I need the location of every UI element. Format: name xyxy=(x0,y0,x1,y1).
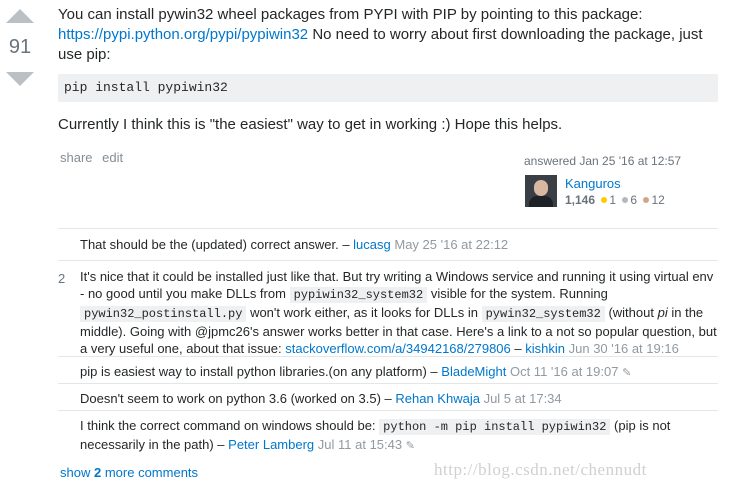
avatar-body-shape xyxy=(529,196,553,207)
inline-code: pywin32_system32 xyxy=(481,306,605,322)
user-reputation: 1,146 1 6 12 xyxy=(565,193,665,207)
inline-code: python -m pip install pypiwin32 xyxy=(379,419,611,435)
comment-user-link[interactable]: kishkin xyxy=(525,341,565,356)
gold-badge-count: 1 xyxy=(609,193,617,207)
comment-user-link[interactable]: BladeMight xyxy=(441,364,506,379)
inline-code: pypiwin32_system32 xyxy=(289,287,428,303)
comment-user-link[interactable]: Rehan Khwaja xyxy=(395,391,480,406)
reputation-score: 1,146 xyxy=(565,193,596,207)
watermark: http://blog.csdn.net/chennudt xyxy=(434,460,647,479)
comment-date: Jun 30 '16 at 19:16 xyxy=(568,341,679,356)
comment-score: 2 xyxy=(58,271,66,286)
comment: That should be the (updated) correct ans… xyxy=(58,228,718,261)
post-menu: share edit xyxy=(60,150,129,165)
more-comments-count: 2 xyxy=(93,465,102,480)
answered-timestamp: answered Jan 25 '16 at 12:57 xyxy=(524,154,682,168)
comment-text-italic: pi xyxy=(657,305,668,320)
answer-body: You can install pywin32 wheel packages f… xyxy=(58,5,718,65)
user-name-link[interactable]: Kanguros xyxy=(565,176,621,191)
comment-text: (without xyxy=(608,305,654,320)
edit-link[interactable]: edit xyxy=(102,150,123,165)
comment-text: pip is easiest way to install python lib… xyxy=(80,364,438,379)
comment-user-link[interactable]: Peter Lamberg xyxy=(228,437,314,452)
bronze-badge-count: 12 xyxy=(651,193,665,207)
comment-text: That should be the (updated) correct ans… xyxy=(80,237,350,252)
avatar-head-shape xyxy=(534,180,548,196)
comment: I think the correct command on windows s… xyxy=(58,410,718,455)
comment-user-link[interactable]: lucasg xyxy=(353,237,391,252)
comment-dash: – xyxy=(514,341,522,356)
comment-text: Doesn't seem to work on python 3.6 (work… xyxy=(80,391,392,406)
vote-count: 91 xyxy=(8,36,32,58)
comment-text: I think the correct command on windows s… xyxy=(80,418,376,433)
silver-badge-icon xyxy=(622,197,629,204)
comment-date: Oct 11 '16 at 19:07 xyxy=(509,364,619,379)
comment: pip is easiest way to install python lib… xyxy=(58,356,718,384)
avatar[interactable] xyxy=(525,175,557,207)
downvote-arrow-icon[interactable] xyxy=(6,72,34,86)
comment-text: visible for the system. Running xyxy=(430,286,608,301)
pypi-link[interactable]: https://pypi.python.org/pypi/pypiwin32 xyxy=(58,26,308,43)
comment-date: Jul 11 at 15:43 xyxy=(317,437,403,452)
code-block: pip install pypiwin32 xyxy=(58,74,718,102)
comment-date: May 25 '16 at 22:12 xyxy=(394,237,509,252)
comment: Doesn't seem to work on python 3.6 (work… xyxy=(58,383,718,411)
answer-text-1: You can install pywin32 wheel packages f… xyxy=(58,6,643,23)
bronze-badge-icon xyxy=(643,197,650,204)
share-link[interactable]: share xyxy=(60,150,93,165)
silver-badge-count: 6 xyxy=(630,193,638,207)
answer-paragraph-2: Currently I think this is "the easiest" … xyxy=(58,116,563,133)
gold-badge-icon xyxy=(601,197,608,204)
show-more-comments-link[interactable]: show 2 more comments xyxy=(60,465,198,480)
edit-pencil-icon: ✎ xyxy=(405,440,415,452)
upvote-arrow-icon[interactable] xyxy=(6,9,34,23)
comment-so-link[interactable]: stackoverflow.com/a/34942168/279806 xyxy=(285,341,511,356)
more-comments-prefix: show xyxy=(60,465,91,480)
inline-code: pywin32_postinstall.py xyxy=(80,306,247,322)
comment-date: Jul 5 at 17:34 xyxy=(483,391,562,406)
more-comments-suffix: more comments xyxy=(104,465,199,480)
comment: 2 It's nice that it could be installed j… xyxy=(58,260,718,357)
edit-pencil-icon: ✎ xyxy=(622,367,632,379)
comment-text: won't work either, as it looks for DLLs … xyxy=(250,305,478,320)
